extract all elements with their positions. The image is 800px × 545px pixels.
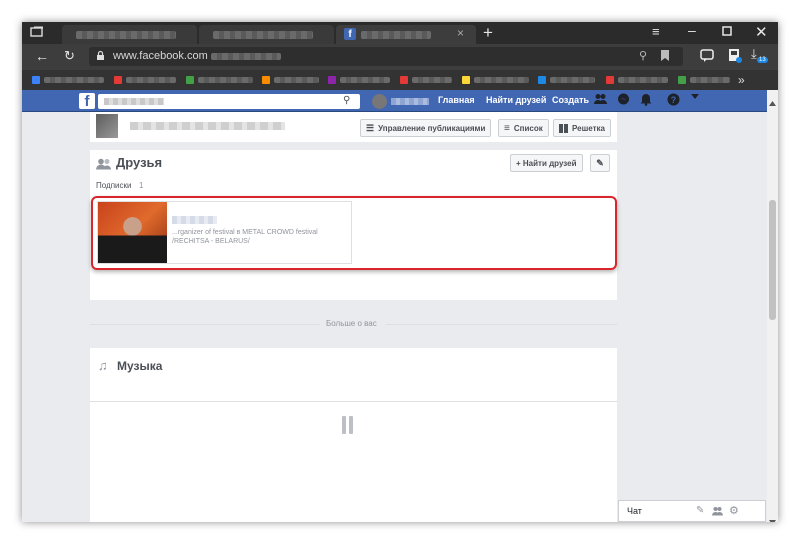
bookmark-icon[interactable] xyxy=(661,50,669,61)
subscriptions-count: 1 xyxy=(139,181,144,190)
facebook-header: f ⚲ Главная Найти друзей Создать ? xyxy=(22,90,767,112)
highlight-frame: ...rganizer of festival в METAL CROWD fe… xyxy=(91,196,617,270)
page-scrollbar[interactable] xyxy=(767,90,778,522)
nav-home[interactable]: Главная xyxy=(438,95,475,105)
friend-card-description: ...rganizer of festival в METAL CROWD fe… xyxy=(172,229,318,236)
messenger-icon[interactable] xyxy=(617,93,630,106)
url-text: www.facebook.com xyxy=(113,50,208,62)
maximize-icon[interactable] xyxy=(722,26,732,36)
chat-label: Чат xyxy=(627,506,642,516)
nav-find-friends[interactable]: Найти друзей xyxy=(486,95,546,105)
tabs-icon[interactable] xyxy=(30,26,44,37)
nav-create[interactable]: Создать xyxy=(552,95,589,105)
subscriptions-label[interactable]: Подписки xyxy=(96,181,131,190)
manage-icon: ☰ xyxy=(366,122,375,133)
new-group-icon[interactable] xyxy=(712,506,723,518)
svg-text:?: ? xyxy=(671,95,677,105)
close-window-icon[interactable]: ✕ xyxy=(755,23,768,41)
edit-friends-button[interactable]: ✎ xyxy=(590,154,610,172)
extension-chat-icon[interactable] xyxy=(700,49,715,63)
list-icon: ≡ xyxy=(504,122,510,134)
loading-spinner-icon xyxy=(342,416,354,434)
address-toolbar: ← ↻ www.facebook.com ⚲ ⤓ 13 xyxy=(22,44,778,70)
tab-close-icon[interactable]: × xyxy=(457,26,464,40)
friends-title: Друзья xyxy=(116,155,163,170)
browser-window: f × + ≡ – ✕ ← ↻ www.facebook.com ⚲ ⤓ 13 … xyxy=(22,22,778,522)
avatar xyxy=(96,114,118,138)
timeline-controls-card: ☰ Управление публикациями ≡ Список Решет… xyxy=(90,112,617,142)
friend-requests-icon[interactable] xyxy=(594,93,607,105)
address-bar[interactable]: www.facebook.com ⚲ xyxy=(89,47,683,66)
divider-line-left xyxy=(90,324,320,325)
list-view-button[interactable]: ≡ Список xyxy=(498,119,549,137)
manage-posts-button[interactable]: ☰ Управление публикациями xyxy=(360,119,492,137)
facebook-search-input[interactable]: ⚲ xyxy=(98,94,360,109)
bookmarks-bar: » xyxy=(22,70,778,90)
bookmarks-more-icon[interactable]: » xyxy=(738,73,745,87)
new-tab-icon[interactable]: + xyxy=(483,23,493,43)
menu-icon[interactable]: ≡ xyxy=(652,24,660,39)
reload-icon[interactable]: ↻ xyxy=(64,48,75,64)
friends-icon xyxy=(96,157,111,175)
grid-view-button[interactable]: Решетка xyxy=(553,119,611,137)
page-content: ☰ Управление публикациями ≡ Список Решет… xyxy=(22,112,767,522)
avatar xyxy=(372,94,387,109)
tab-facebook[interactable]: f × xyxy=(336,25,476,44)
music-header-divider xyxy=(90,401,617,402)
scrollbar-thumb[interactable] xyxy=(769,200,776,320)
profile-shortcut[interactable] xyxy=(372,94,432,109)
minimize-icon[interactable]: – xyxy=(688,22,696,38)
facebook-logo-icon[interactable]: f xyxy=(79,93,95,110)
friend-card-location: /RECHITSA - BELARUS/ xyxy=(172,238,250,245)
find-friends-button[interactable]: + Найти друзей xyxy=(510,154,583,172)
help-icon[interactable]: ? xyxy=(667,93,680,106)
reader-icon[interactable]: ⚲ xyxy=(639,49,647,62)
friends-section: Друзья + Найти друзей ✎ Подписки 1 ...rg… xyxy=(90,150,617,300)
extension-save-icon[interactable] xyxy=(728,48,742,63)
search-icon[interactable]: ⚲ xyxy=(343,95,350,106)
scroll-down-icon[interactable] xyxy=(769,512,776,522)
tab-strip: f × + ≡ – ✕ xyxy=(22,22,778,44)
account-menu-chevron-icon[interactable] xyxy=(691,94,699,100)
back-icon[interactable]: ← xyxy=(35,48,49,64)
downloads-icon[interactable]: ⤓ xyxy=(751,46,757,62)
facebook-favicon-icon: f xyxy=(344,28,356,40)
lock-icon xyxy=(96,50,105,61)
more-about-you-label: Больше о вас xyxy=(326,319,377,328)
music-title: Музыка xyxy=(117,359,163,373)
pencil-icon: ✎ xyxy=(596,157,604,168)
scroll-up-icon[interactable] xyxy=(769,93,776,111)
compose-icon[interactable]: ✎ xyxy=(696,505,704,516)
music-section: ♫ Музыка xyxy=(90,348,617,522)
music-note-icon: ♫ xyxy=(98,358,108,373)
downloads-badge: 13 xyxy=(757,57,768,63)
tab-1[interactable] xyxy=(62,25,197,44)
notifications-icon[interactable] xyxy=(640,93,652,106)
friend-photo xyxy=(98,202,167,263)
grid-icon xyxy=(559,123,568,133)
tab-2[interactable] xyxy=(199,25,334,44)
chat-bar[interactable]: Чат ✎ ⚙ xyxy=(618,500,766,522)
chat-settings-gear-icon[interactable]: ⚙ xyxy=(729,504,739,517)
friend-card[interactable]: ...rganizer of festival в METAL CROWD fe… xyxy=(97,201,352,264)
divider-line-right xyxy=(386,324,617,325)
